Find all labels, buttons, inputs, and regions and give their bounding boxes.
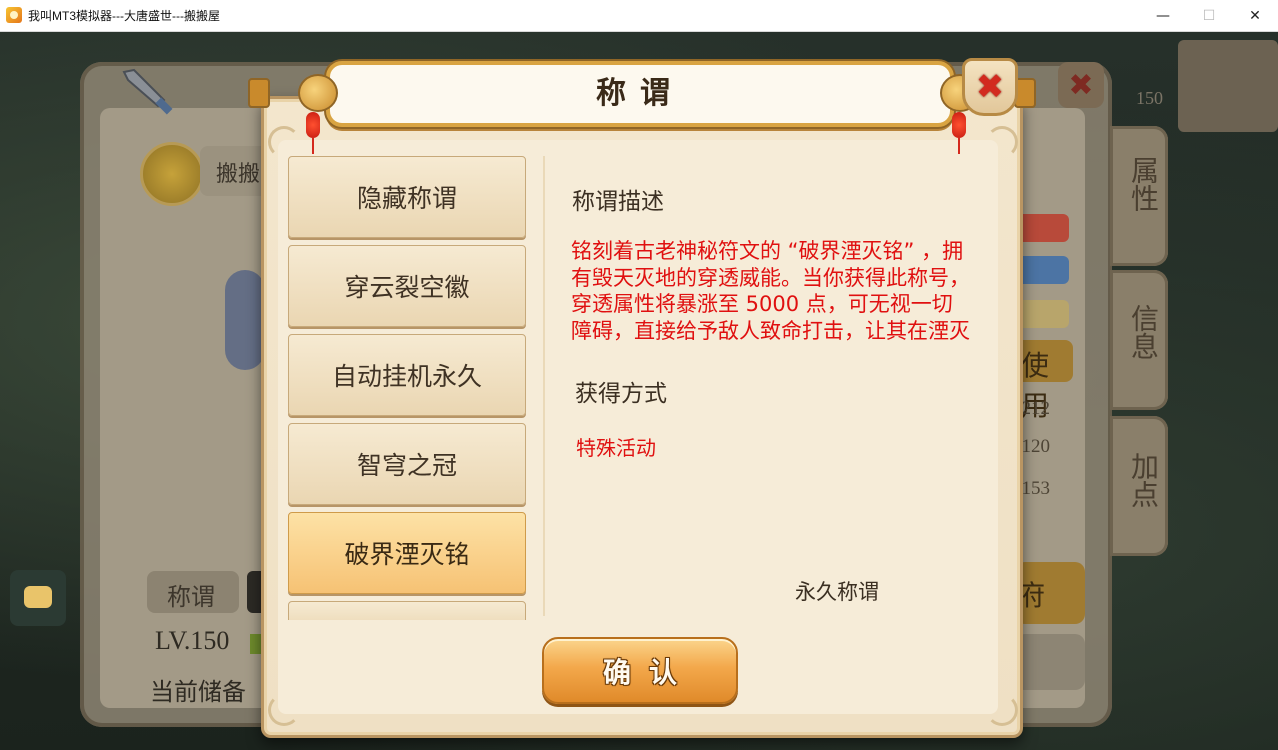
character-figure	[225, 270, 265, 370]
maximize-button[interactable]: ☐	[1186, 0, 1232, 31]
description-heading: 称谓描述	[572, 189, 664, 215]
gray-button-background	[1015, 634, 1085, 690]
avatar-level: 150	[1136, 88, 1163, 108]
tab-points-label: 加点	[1127, 452, 1160, 508]
avatar	[1178, 40, 1278, 132]
close-x-icon: ✖	[975, 67, 1005, 107]
tab-info-label: 信息	[1127, 304, 1160, 360]
title-list-item[interactable]: 穿云裂空徽	[288, 245, 526, 327]
scroll-knob-left	[248, 78, 270, 108]
description-text: 铭刻着古老神秘符文的 “破界湮灭铭” ，拥有毁天灭地的穿透威能。当你获得此称号，…	[571, 239, 970, 346]
window-title: 我叫MT3模拟器---大唐盛世---搬搬屋	[28, 9, 220, 23]
chat-icon	[10, 570, 66, 626]
use-button-background: 使用	[1015, 340, 1073, 422]
title-chip-label: 称谓	[167, 583, 215, 611]
confirm-button[interactable]: 确认	[542, 637, 738, 704]
storage-label: 当前储备	[150, 678, 246, 706]
window-close-button[interactable]: ✕	[1232, 0, 1278, 31]
method-text: 特殊活动	[576, 436, 656, 460]
corner-swirl-icon	[268, 694, 300, 726]
window-titlebar: 我叫MT3模拟器---大唐盛世---搬搬屋 — ☐ ✕	[0, 0, 1278, 32]
tab-attributes-label: 属性	[1127, 156, 1160, 212]
lantern-icon	[952, 112, 966, 154]
list-divider	[543, 156, 545, 616]
confirm-button-label: 确认	[602, 655, 695, 689]
title-list[interactable]: 隐藏称谓 穿云裂空徽 自动挂机永久 智穹之冠 破界湮灭铭	[288, 156, 526, 620]
mansion-button-background: 府	[1015, 562, 1085, 624]
corner-swirl-icon	[986, 694, 1018, 726]
dialog-title: 称谓	[596, 76, 684, 111]
background-close-icon: ✖	[1058, 62, 1104, 108]
title-list-item-selected[interactable]: 破界湮灭铭	[288, 512, 526, 594]
lantern-icon	[306, 112, 320, 154]
hp-bar	[1015, 214, 1069, 242]
gold-emblem-icon	[140, 142, 204, 206]
method-heading: 获得方式	[575, 381, 667, 407]
dialog-close-button[interactable]: ✖	[962, 58, 1018, 116]
corner-swirl-icon	[268, 126, 300, 158]
minimize-button[interactable]: —	[1140, 0, 1186, 31]
title-chip: 称谓	[147, 571, 239, 613]
title-list-item[interactable]: 自动挂机永久	[288, 334, 526, 416]
title-list-item[interactable]	[288, 601, 526, 620]
mp-bar	[1015, 256, 1069, 284]
duration-text: 永久称谓	[795, 580, 879, 604]
exp-bar	[1015, 300, 1069, 328]
title-list-item[interactable]: 隐藏称谓	[288, 156, 526, 238]
title-list-item[interactable]: 智穹之冠	[288, 423, 526, 505]
player-level: LV.150	[155, 626, 230, 655]
player-name: 搬搬	[216, 162, 261, 187]
app-icon	[6, 7, 22, 23]
corner-swirl-icon	[986, 126, 1018, 158]
sword-icon	[122, 68, 173, 115]
